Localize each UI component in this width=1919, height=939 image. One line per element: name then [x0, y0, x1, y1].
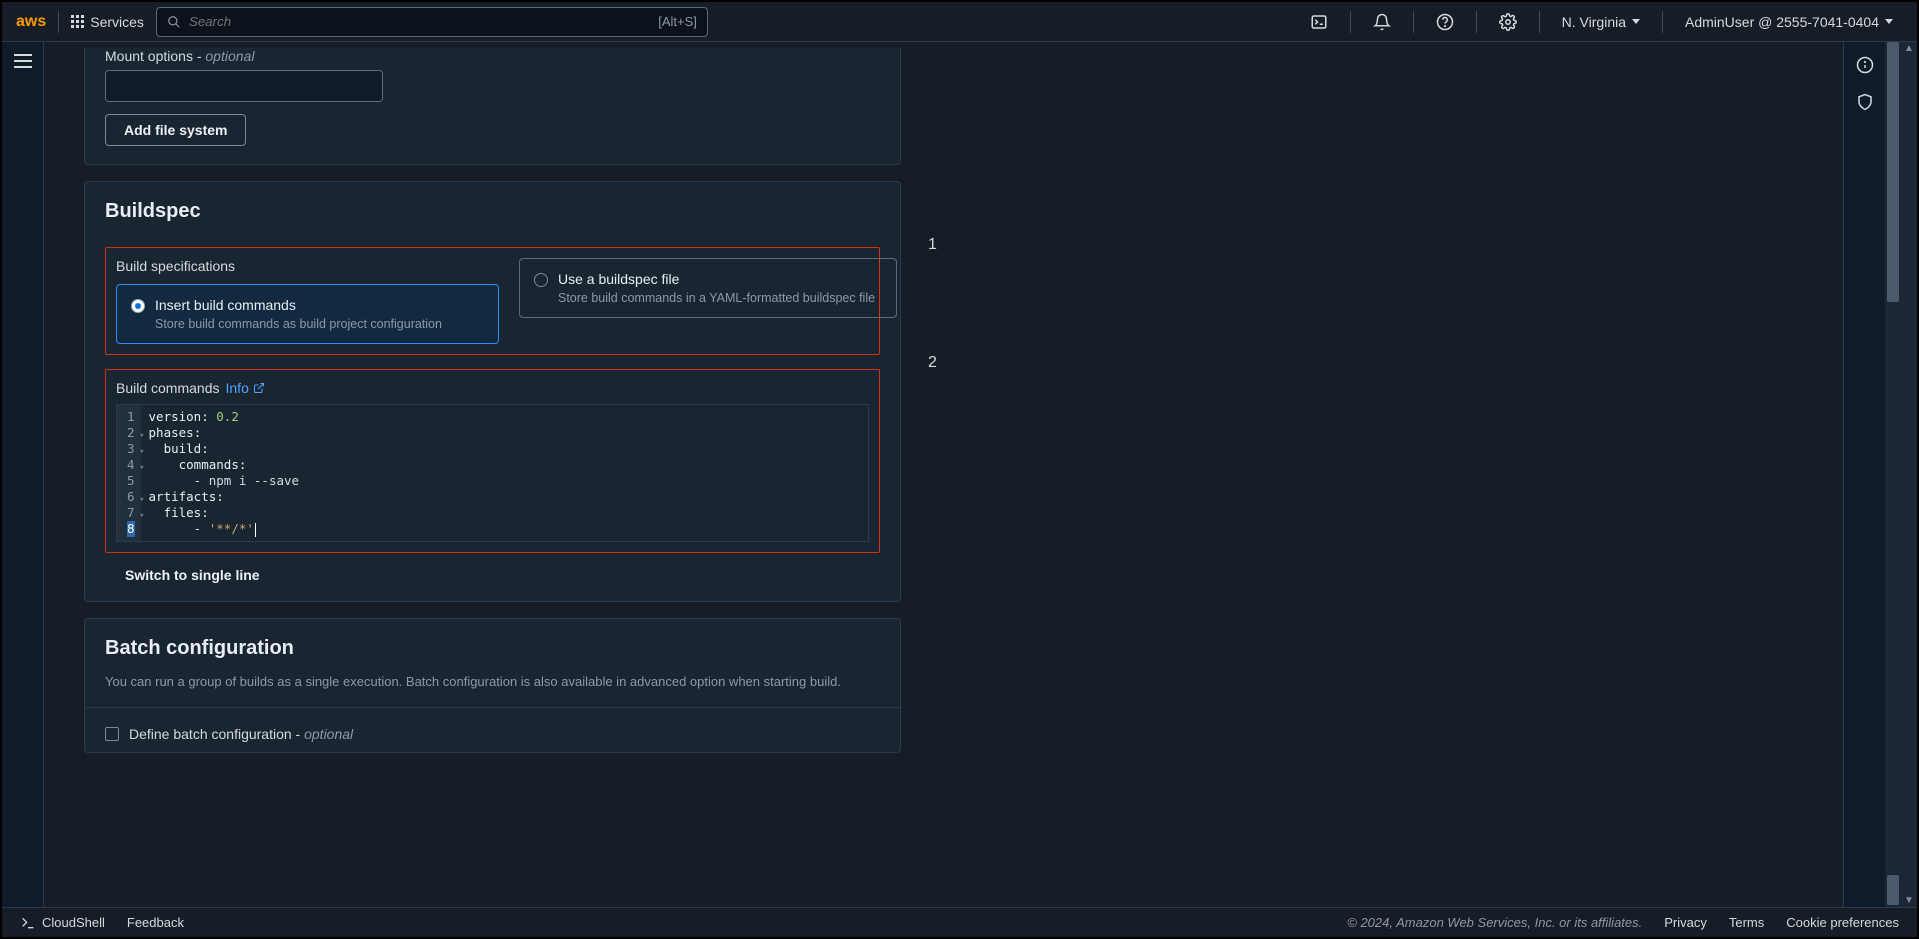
main-content: Mount options - optional Add file system…	[44, 42, 1843, 907]
inner-scrollbar[interactable]	[1885, 42, 1901, 907]
tile-desc: Store build commands as build project co…	[155, 317, 442, 331]
switch-to-single-line-button[interactable]: Switch to single line	[125, 567, 260, 583]
divider	[1350, 11, 1351, 33]
buildspec-editor[interactable]: 1 2▾ 3▾ 4▾ 5 6▾ 7▾ 8 version: 0.2	[116, 404, 869, 542]
callout-marker-2: 2	[928, 354, 937, 372]
tile-use-buildspec-file[interactable]: Use a buildspec file Store build command…	[519, 258, 897, 318]
scroll-down-icon[interactable]: ▼	[1901, 895, 1917, 906]
build-commands-block: Build commands Info 1 2▾ 3▾ 4▾	[105, 369, 880, 553]
help-button[interactable]	[1426, 13, 1464, 31]
top-nav: aws Services [Alt+S] N. Virginia	[2, 2, 1917, 42]
caret-down-icon	[1632, 19, 1640, 24]
copyright-text: © 2024, Amazon Web Services, Inc. or its…	[1347, 915, 1642, 930]
tile-title: Insert build commands	[155, 297, 442, 313]
gear-icon	[1499, 13, 1517, 31]
divider	[1539, 11, 1540, 33]
radio-icon	[131, 299, 145, 313]
add-file-system-button[interactable]: Add file system	[105, 114, 246, 146]
buildspec-heading: Buildspec	[105, 200, 880, 223]
tile-insert-build-commands[interactable]: Insert build commands Store build comman…	[116, 284, 499, 344]
search-icon	[167, 15, 181, 29]
cloudshell-link[interactable]: CloudShell	[20, 915, 105, 931]
aws-logo[interactable]: aws	[16, 13, 46, 31]
batch-configuration-panel: Batch configuration You can run a group …	[84, 618, 901, 753]
scroll-up-icon[interactable]: ▲	[1901, 43, 1917, 54]
tile-title: Use a buildspec file	[558, 271, 875, 287]
side-nav-toggle[interactable]	[12, 54, 34, 68]
services-label: Services	[90, 14, 144, 30]
left-rail	[2, 42, 44, 907]
divider	[58, 11, 59, 33]
callout-marker-1: 1	[928, 236, 937, 254]
settings-button[interactable]	[1489, 13, 1527, 31]
scrollbar-thumb[interactable]	[1887, 875, 1899, 905]
search-shortcut: [Alt+S]	[658, 14, 697, 29]
batch-heading: Batch configuration	[105, 637, 880, 660]
info-link[interactable]: Info	[226, 380, 265, 396]
privacy-link[interactable]: Privacy	[1664, 915, 1707, 930]
search-box[interactable]: [Alt+S]	[156, 7, 708, 37]
feedback-link[interactable]: Feedback	[127, 915, 184, 930]
cookie-preferences-link[interactable]: Cookie preferences	[1786, 915, 1899, 930]
buildspec-panel: Buildspec Build specifications Insert bu…	[84, 181, 901, 602]
scrollbar-thumb[interactable]	[1887, 42, 1899, 302]
bell-icon	[1373, 13, 1391, 31]
grid-icon	[71, 15, 84, 28]
mount-options-label: Mount options - optional	[105, 48, 880, 64]
search-input[interactable]	[189, 14, 658, 29]
right-rail	[1843, 42, 1885, 907]
footer: CloudShell Feedback © 2024, Amazon Web S…	[2, 907, 1917, 937]
cloudshell-icon-button[interactable]	[1300, 13, 1338, 31]
services-menu[interactable]: Services	[71, 14, 144, 30]
mount-options-input[interactable]	[105, 70, 383, 102]
build-commands-label: Build commands	[116, 380, 220, 396]
security-panel-toggle[interactable]	[1856, 93, 1874, 114]
file-systems-panel-tail: Mount options - optional Add file system	[84, 48, 901, 165]
region-label: N. Virginia	[1562, 14, 1626, 30]
terminal-icon	[20, 915, 36, 931]
shield-icon	[1856, 93, 1874, 111]
divider	[1476, 11, 1477, 33]
define-batch-checkbox[interactable]	[105, 727, 119, 741]
divider	[1413, 11, 1414, 33]
divider	[1662, 11, 1663, 33]
terms-link[interactable]: Terms	[1729, 915, 1764, 930]
define-batch-label: Define batch configuration - optional	[129, 726, 353, 742]
editor-code[interactable]: version: 0.2 phases: build: commands: - …	[141, 405, 868, 541]
caret-down-icon	[1885, 19, 1893, 24]
terminal-icon	[1310, 13, 1328, 31]
tile-desc: Store build commands in a YAML-formatted…	[558, 291, 875, 305]
editor-gutter: 1 2▾ 3▾ 4▾ 5 6▾ 7▾ 8	[117, 405, 141, 541]
radio-icon	[534, 273, 548, 287]
info-icon	[1856, 56, 1874, 74]
external-link-icon	[253, 382, 265, 394]
account-label: AdminUser @ 2555-7041-0404	[1685, 14, 1879, 30]
outer-scrollbar[interactable]: ▲ ▼	[1901, 42, 1917, 907]
batch-desc: You can run a group of builds as a singl…	[105, 674, 880, 689]
account-menu[interactable]: AdminUser @ 2555-7041-0404	[1675, 14, 1903, 30]
info-panel-toggle[interactable]	[1856, 56, 1874, 77]
region-selector[interactable]: N. Virginia	[1552, 14, 1650, 30]
notifications-button[interactable]	[1363, 13, 1401, 31]
help-icon	[1436, 13, 1454, 31]
